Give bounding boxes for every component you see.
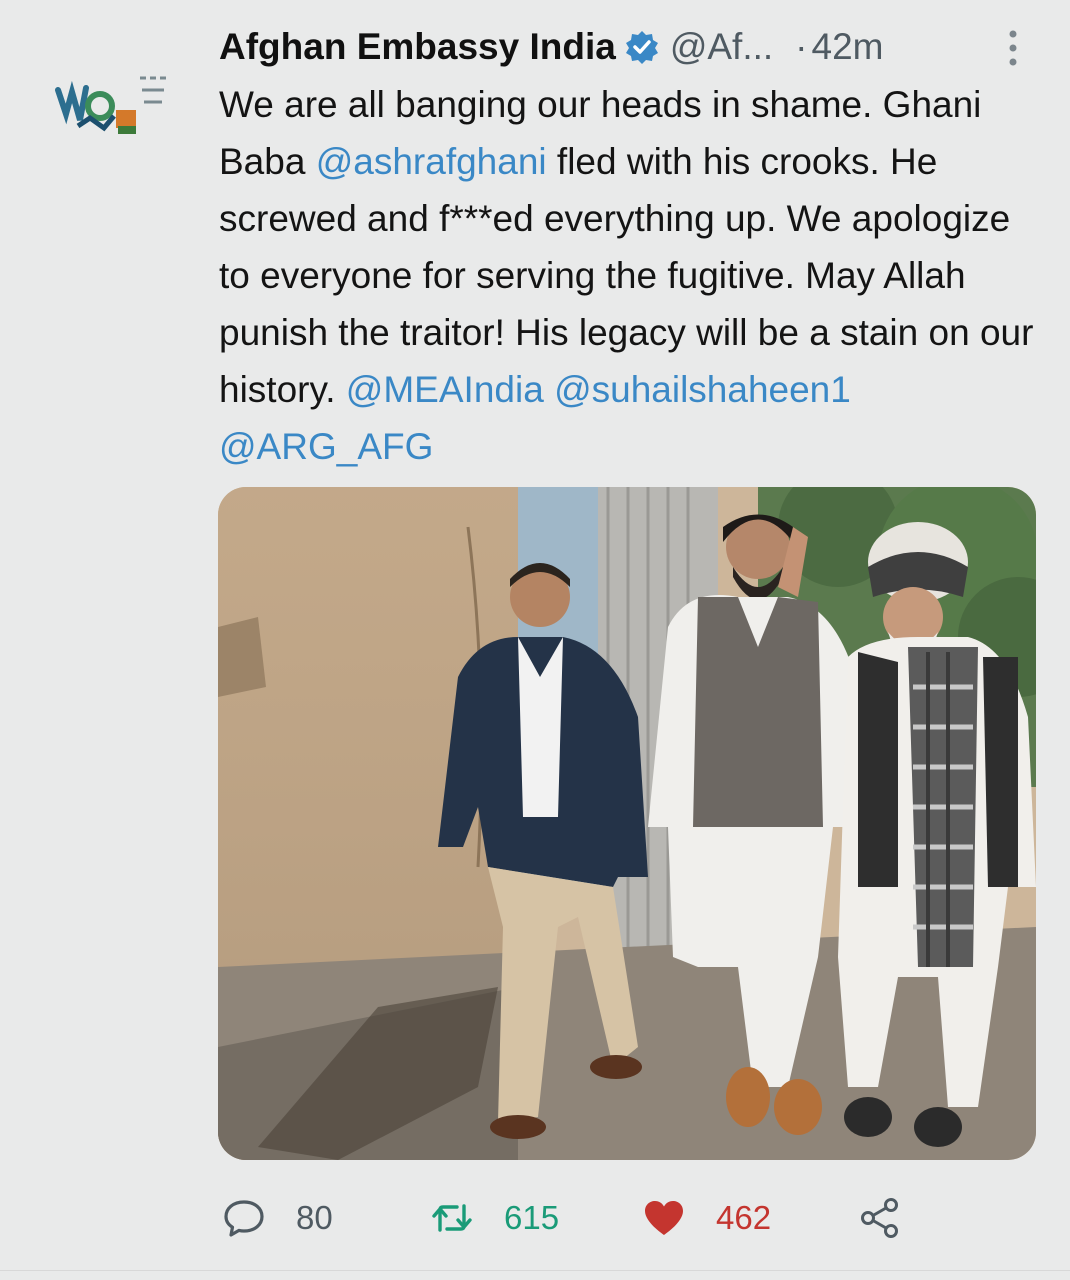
verified-badge-icon — [625, 31, 658, 64]
mention-link[interactable]: @ashrafghani — [316, 141, 547, 182]
reply-button[interactable]: 80 — [222, 1190, 333, 1246]
tweet-time[interactable]: 42m — [812, 26, 884, 68]
tweet-photo[interactable] — [218, 487, 1036, 1160]
tweet-text-segment — [544, 369, 554, 410]
like-count: 462 — [716, 1199, 772, 1236]
mention-link[interactable]: @ARG_AFG — [219, 426, 433, 467]
share-button[interactable] — [858, 1190, 902, 1246]
author-name[interactable]: Afghan Embassy India — [219, 26, 616, 68]
retweet-count: 615 — [504, 1199, 560, 1236]
tweet-card[interactable]: Afghan Embassy India @Af... · 42m We are… — [0, 0, 1070, 1280]
like-button[interactable]: 462 — [642, 1190, 771, 1246]
more-vertical-icon[interactable] — [1003, 28, 1023, 68]
avatar[interactable] — [52, 68, 170, 150]
share-nodes-icon — [861, 1198, 898, 1238]
mention-link[interactable]: @MEAIndia — [346, 369, 544, 410]
divider — [0, 1270, 1070, 1271]
heart-icon — [645, 1201, 683, 1235]
retweet-button[interactable]: 615 — [430, 1190, 559, 1246]
separator-dot: · — [795, 26, 808, 67]
author-handle[interactable]: @Af... — [670, 26, 773, 68]
mention-link[interactable]: @suhailshaheen1 — [554, 369, 851, 410]
speech-bubble-icon — [224, 1200, 264, 1237]
retweet-arrows-icon — [432, 1204, 472, 1232]
tweet-header: Afghan Embassy India @Af... · 42m — [219, 22, 883, 72]
reply-count: 80 — [296, 1199, 333, 1236]
photo-illustration — [218, 487, 1036, 1160]
tweet-text: We are all banging our heads in shame. G… — [219, 76, 1039, 475]
